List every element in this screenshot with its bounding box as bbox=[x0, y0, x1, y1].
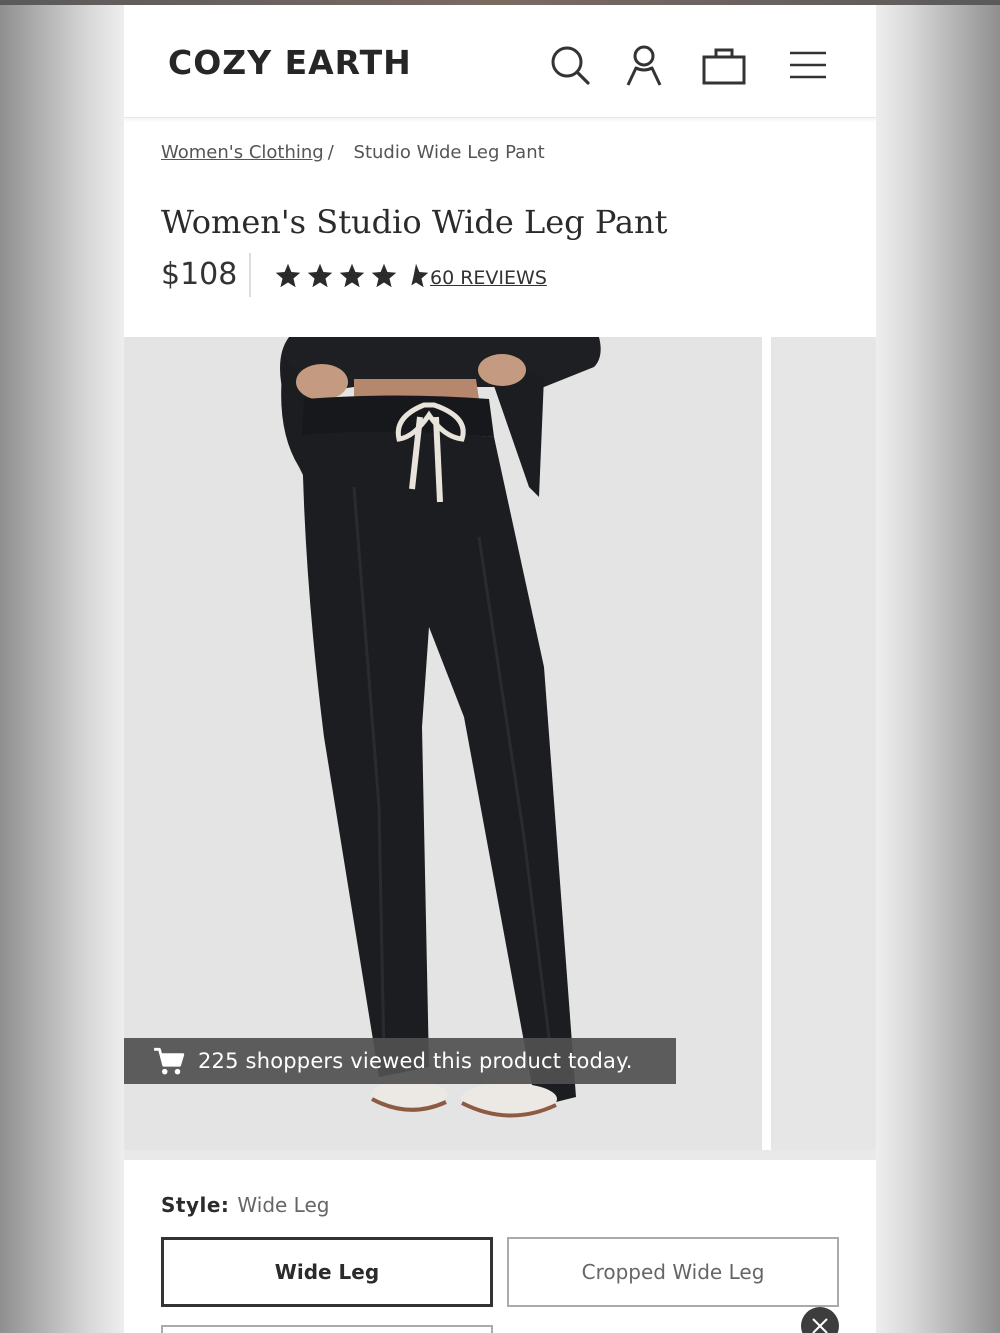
style-selected-value: Wide Leg bbox=[237, 1193, 330, 1217]
search-icon[interactable] bbox=[546, 41, 594, 89]
close-button[interactable] bbox=[801, 1307, 839, 1333]
divider bbox=[249, 253, 251, 297]
style-label: Style: Wide Leg bbox=[161, 1193, 329, 1217]
product-image[interactable]: 225 shoppers viewed this product today. bbox=[124, 337, 762, 1150]
social-proof-text: 225 shoppers viewed this product today. bbox=[198, 1049, 633, 1073]
logo[interactable]: COZY EARTH bbox=[168, 43, 412, 82]
reviews-link[interactable]: 60 REVIEWS bbox=[430, 267, 547, 289]
star-icon bbox=[275, 263, 301, 288]
star-icon bbox=[339, 263, 365, 288]
breadcrumb-womens-clothing[interactable]: Women's Clothing bbox=[161, 142, 324, 163]
star-icon bbox=[307, 263, 333, 288]
section-divider bbox=[124, 1150, 876, 1160]
slide-gap bbox=[762, 337, 771, 1150]
product-price: $108 bbox=[161, 257, 238, 292]
style-option-partial[interactable] bbox=[161, 1325, 493, 1333]
breadcrumb: Women's Clothing / Studio Wide Leg Pant bbox=[161, 142, 545, 163]
star-icon bbox=[371, 263, 397, 288]
social-proof-banner: 225 shoppers viewed this product today. bbox=[124, 1038, 676, 1084]
page: COZY EARTH Women's Clothing / Studio Wide… bbox=[124, 5, 876, 1333]
site-header: COZY EARTH bbox=[124, 5, 876, 118]
style-label-key: Style: bbox=[161, 1193, 230, 1217]
bag-icon[interactable] bbox=[700, 41, 748, 89]
cart-icon bbox=[154, 1047, 185, 1075]
close-icon bbox=[812, 1318, 828, 1333]
next-image-preview[interactable] bbox=[771, 337, 876, 1150]
breadcrumb-separator: / bbox=[327, 142, 334, 163]
half-star-icon bbox=[411, 263, 429, 288]
breadcrumb-current: Studio Wide Leg Pant bbox=[353, 142, 545, 163]
pants-photo bbox=[124, 337, 762, 1150]
account-icon[interactable] bbox=[620, 41, 668, 89]
style-option-cropped-wide-leg[interactable]: Cropped Wide Leg bbox=[507, 1237, 839, 1307]
product-gallery[interactable]: 225 shoppers viewed this product today. bbox=[124, 337, 876, 1150]
rating-stars[interactable] bbox=[274, 258, 430, 294]
product-title: Women's Studio Wide Leg Pant bbox=[161, 203, 668, 241]
style-option-wide-leg[interactable]: Wide Leg bbox=[161, 1237, 493, 1307]
menu-icon[interactable] bbox=[784, 41, 832, 89]
